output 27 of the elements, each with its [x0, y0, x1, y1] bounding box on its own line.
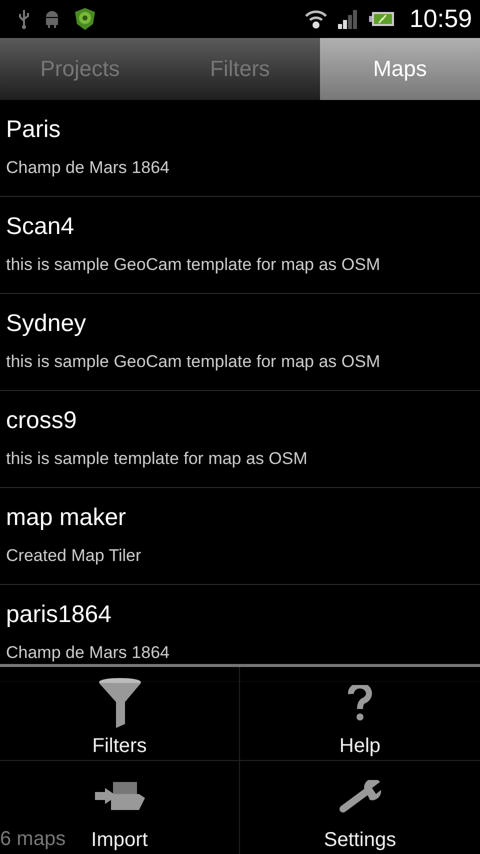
menu-item[interactable]: Help	[240, 667, 480, 760]
map-description: this is sample GeoCam template for map as OSM	[6, 255, 380, 275]
map-count: 6 maps	[0, 828, 66, 850]
map-title[interactable]: map maker	[6, 504, 126, 532]
usb-icon	[18, 9, 30, 29]
map-description: this is sample template for map as OSM	[6, 449, 308, 469]
clock: 10:59	[409, 4, 472, 34]
map-title[interactable]: paris1864	[6, 601, 112, 629]
map-title[interactable]: cross9	[6, 407, 77, 435]
wifi-icon	[305, 9, 328, 29]
funnel-icon	[98, 678, 142, 728]
folder-arrow-icon	[94, 782, 144, 812]
map-description: this is sample GeoCam template for map as OSM	[6, 352, 380, 372]
map-description: Champ de Mars 1864	[6, 643, 170, 663]
battery-icon	[369, 11, 396, 27]
wrench-icon	[338, 780, 382, 814]
menu-item[interactable]: Filters	[0, 667, 240, 760]
shield-icon	[74, 7, 96, 31]
android-icon	[44, 10, 60, 28]
map-title[interactable]: Scan4	[6, 213, 74, 241]
map-description: Created Map Tiler	[6, 546, 142, 566]
signal-icon	[337, 9, 360, 29]
map-title[interactable]: Sydney	[6, 310, 86, 338]
menu-item[interactable]: Settings	[240, 760, 480, 854]
map-title[interactable]: Paris	[6, 116, 61, 144]
map-description: Champ de Mars 1864	[6, 158, 170, 178]
question-mark-icon	[348, 685, 372, 721]
